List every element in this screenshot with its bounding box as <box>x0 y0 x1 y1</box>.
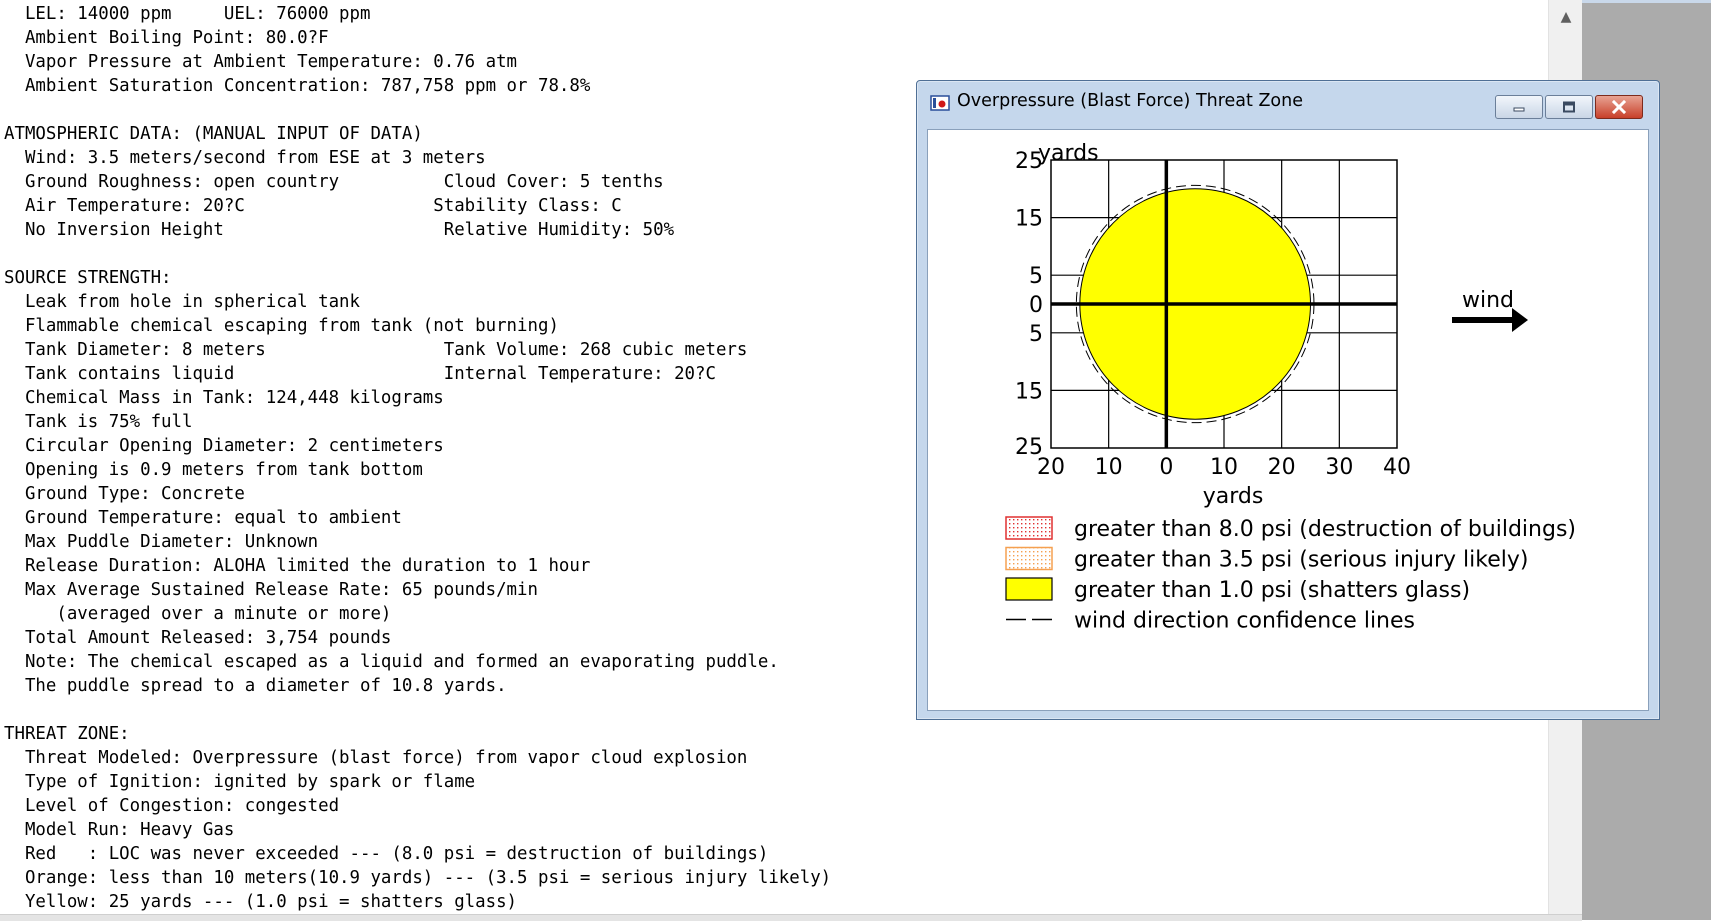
chart-area: 20 10 0 10 20 30 40 25 15 5 0 5 15 25 yards yards win… <box>927 129 1649 711</box>
legend-swatch <box>1005 546 1053 571</box>
legend-swatch <box>1005 577 1053 601</box>
y-tick-label: 25 <box>1015 435 1043 460</box>
legend-swatch <box>1005 516 1053 540</box>
report-line: Yellow: 25 yards --- (1.0 psi = shatters… <box>4 892 518 912</box>
window-titlebar[interactable]: Overpressure (Blast Force) Threat Zone <box>917 81 1659 121</box>
report-line: Note: The chemical escaped as a liquid a… <box>4 652 779 672</box>
x-axis-label: yards <box>1203 484 1264 509</box>
report-line: Tank Diameter: 8 meters Tank Volume: 268… <box>4 340 748 360</box>
report-line: Release Duration: ALOHA limited the dura… <box>4 556 591 576</box>
restore-icon <box>1563 101 1575 113</box>
report-line: THREAT ZONE: <box>4 724 130 744</box>
report-line: Air Temperature: 20?C Stability Class: C <box>4 196 622 216</box>
report-line: Total Amount Released: 3,754 pounds <box>4 628 392 648</box>
report-line: Level of Congestion: congested <box>4 796 340 816</box>
report-line: The puddle spread to a diameter of 10.8 … <box>4 676 507 696</box>
x-tick-label: 20 <box>1268 455 1296 480</box>
window-top-edge <box>1582 0 1711 3</box>
report-line: Wind: 3.5 meters/second from ESE at 3 me… <box>4 148 486 168</box>
report-line: Threat Modeled: Overpressure (blast forc… <box>4 748 748 768</box>
report-text: LEL: 14000 ppm UEL: 76000 ppm Ambient Bo… <box>4 2 831 914</box>
report-line: ATMOSPHERIC DATA: (MANUAL INPUT OF DATA) <box>4 124 423 144</box>
report-line: LEL: 14000 ppm UEL: 76000 ppm <box>4 4 371 24</box>
report-line: Flammable chemical escaping from tank (n… <box>4 316 559 336</box>
legend-label: greater than 1.0 psi (shatters glass) <box>1074 578 1470 603</box>
minimize-icon <box>1513 107 1525 112</box>
close-button[interactable] <box>1595 95 1643 119</box>
report-line: Leak from hole in spherical tank <box>4 292 360 312</box>
report-line <box>4 242 831 266</box>
y-tick-label: 15 <box>1015 207 1043 232</box>
report-line: Model Run: Heavy Gas <box>4 820 235 840</box>
legend-label: greater than 3.5 psi (serious injury lik… <box>1074 548 1528 573</box>
report-line: Tank is 75% full <box>4 412 193 432</box>
report-line: SOURCE STRENGTH: <box>4 268 172 288</box>
x-tick-label: 10 <box>1210 455 1238 480</box>
y-tick-label: 15 <box>1015 379 1043 404</box>
report-line: Tank contains liquid Internal Temperatur… <box>4 364 716 384</box>
threat-zone-window[interactable]: Overpressure (Blast Force) Threat Zone 2… <box>916 80 1660 720</box>
report-line: Ground Roughness: open country Cloud Cov… <box>4 172 664 192</box>
report-line: Ground Type: Concrete <box>4 484 245 504</box>
report-line: No Inversion Height Relative Humidity: 5… <box>4 220 675 240</box>
report-line: Max Puddle Diameter: Unknown <box>4 532 319 552</box>
report-line: Orange: less than 10 meters(10.9 yards) … <box>4 868 832 888</box>
legend-item: greater than 3.5 psi (serious injury lik… <box>1005 546 1528 573</box>
legend-label: wind direction confidence lines <box>1074 609 1415 634</box>
threat-zone-chart: 20 10 0 10 20 30 4025155051525 yards yards win… <box>1005 141 1576 634</box>
report-line: Ground Temperature: equal to ambient <box>4 508 402 528</box>
report-line: Ambient Boiling Point: 80.0?F <box>4 28 329 48</box>
x-tick-label: 40 <box>1383 455 1411 480</box>
y-tick-label: 0 <box>1029 293 1043 318</box>
legend-item: greater than 8.0 psi (destruction of bui… <box>1005 516 1576 542</box>
report-line: Max Average Sustained Release Rate: 65 p… <box>4 580 538 600</box>
minimize-button[interactable] <box>1495 95 1543 119</box>
report-line: Red : LOC was never exceeded --- (8.0 ps… <box>4 844 769 864</box>
wind-label: wind <box>1462 288 1514 313</box>
x-tick-label: 0 <box>1159 455 1173 480</box>
x-tick-label: 30 <box>1325 455 1353 480</box>
report-line: Type of Ignition: ignited by spark or fl… <box>4 772 476 792</box>
legend-label: greater than 8.0 psi (destruction of bui… <box>1074 517 1576 542</box>
aloha-app-icon <box>930 95 950 111</box>
legend-item: wind direction confidence lines <box>1006 609 1415 634</box>
y-axis-label: yards <box>1038 141 1099 166</box>
report-line: Chemical Mass in Tank: 124,448 kilograms <box>4 388 444 408</box>
window-title: Overpressure (Blast Force) Threat Zone <box>957 91 1304 111</box>
report-line: Vapor Pressure at Ambient Temperature: 0… <box>4 52 518 72</box>
report-line: Opening is 0.9 meters from tank bottom <box>4 460 423 480</box>
report-line: Ambient Saturation Concentration: 787,75… <box>4 76 591 96</box>
scroll-up-icon[interactable]: ▲ <box>1549 0 1583 34</box>
maximize-button[interactable] <box>1545 95 1593 119</box>
report-line <box>4 698 831 722</box>
y-tick-label: 5 <box>1029 264 1043 289</box>
close-icon <box>1611 100 1627 114</box>
legend-item: greater than 1.0 psi (shatters glass) <box>1005 577 1470 603</box>
report-line: (averaged over a minute or more) <box>4 604 392 624</box>
report-line: Circular Opening Diameter: 2 centimeters <box>4 436 444 456</box>
x-tick-label: 10 <box>1095 455 1123 480</box>
y-tick-label: 5 <box>1029 322 1043 347</box>
report-line <box>4 98 831 122</box>
